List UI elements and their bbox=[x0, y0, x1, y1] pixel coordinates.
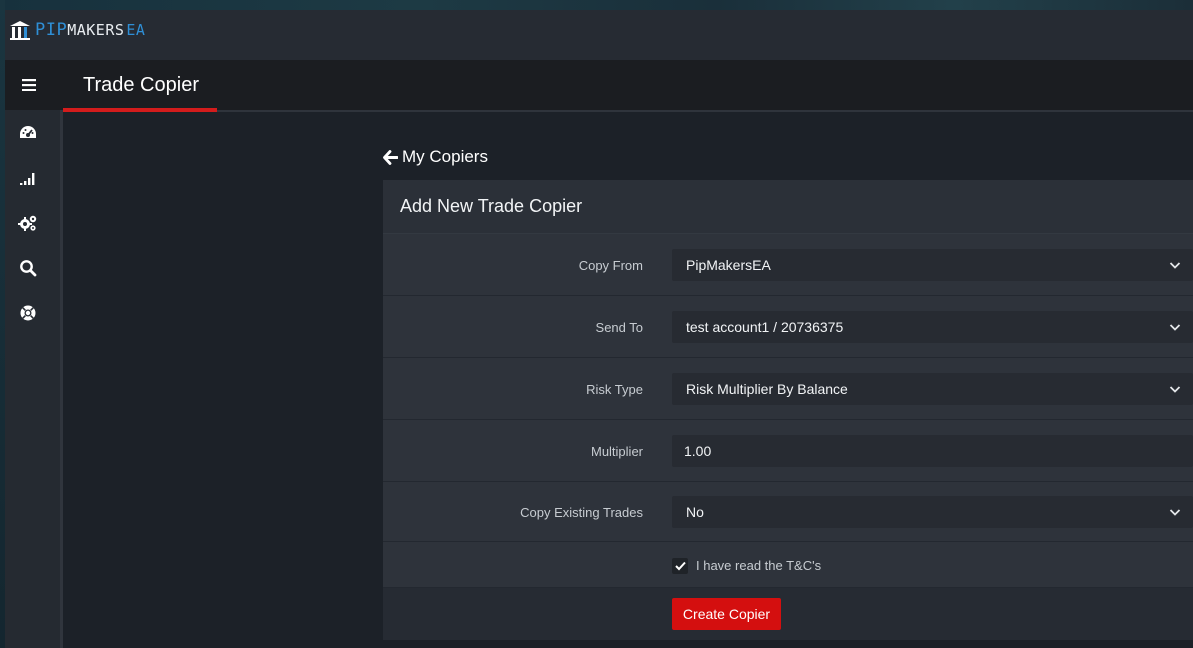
create-copier-button[interactable]: Create Copier bbox=[672, 598, 781, 630]
search-icon bbox=[20, 260, 37, 277]
sidebar-item-dashboard[interactable] bbox=[17, 122, 39, 144]
copy-existing-trades-select[interactable]: No bbox=[672, 496, 1193, 528]
top-header: Trade Copier bbox=[5, 60, 1193, 110]
chevron-down-icon bbox=[1169, 509, 1181, 516]
sidebar bbox=[5, 110, 60, 648]
copy-from-label: Copy From bbox=[578, 257, 643, 273]
brand-logo[interactable]: PIPMAKERS EA bbox=[8, 18, 145, 42]
brand-pip: PIP bbox=[35, 20, 68, 40]
terms-checkbox[interactable] bbox=[672, 558, 688, 574]
send-to-select[interactable]: test account1 / 20736375 bbox=[672, 311, 1193, 343]
hamburger-icon bbox=[22, 79, 36, 91]
signal-bars-icon bbox=[20, 173, 35, 185]
header-divider bbox=[63, 110, 1193, 112]
checkmark-icon bbox=[674, 561, 686, 571]
send-to-value: test account1 / 20736375 bbox=[686, 319, 844, 335]
panel-title: Add New Trade Copier bbox=[400, 196, 583, 216]
form-row-multiplier: Multiplier 1.00 bbox=[383, 420, 1193, 482]
risk-type-label: Risk Type bbox=[586, 381, 643, 397]
hamburger-menu-button[interactable] bbox=[17, 75, 41, 95]
logo-bar: PIPMAKERS EA bbox=[5, 10, 1193, 60]
form-row-copy-from: Copy From PipMakersEA bbox=[383, 234, 1193, 296]
multiplier-input[interactable]: 1.00 bbox=[672, 435, 1193, 467]
sidebar-item-settings[interactable] bbox=[17, 212, 39, 234]
form-actions: Create Copier bbox=[383, 588, 1193, 640]
copy-existing-trades-label: Copy Existing Trades bbox=[520, 504, 643, 520]
multiplier-value: 1.00 bbox=[684, 443, 712, 459]
page-title: Trade Copier bbox=[83, 74, 199, 96]
terms-label: I have read the T&C's bbox=[696, 558, 822, 573]
panel-header: Add New Trade Copier bbox=[383, 180, 1193, 234]
chevron-down-icon bbox=[1169, 262, 1181, 269]
dashboard-gauge-icon bbox=[20, 126, 36, 138]
back-link-label: My Copiers bbox=[402, 147, 488, 166]
form-row-copy-existing-trades: Copy Existing Trades No bbox=[383, 482, 1193, 542]
form-row-terms: I have read the T&C's bbox=[383, 542, 1193, 588]
cogs-icon bbox=[18, 215, 37, 231]
chevron-down-icon bbox=[1169, 386, 1181, 393]
sidebar-item-support[interactable] bbox=[17, 302, 39, 324]
copy-from-select[interactable]: PipMakersEA bbox=[672, 249, 1193, 281]
copy-existing-trades-value: No bbox=[686, 504, 704, 520]
logo-mark-icon bbox=[10, 21, 30, 40]
sidebar-item-signals[interactable] bbox=[17, 167, 39, 189]
arrow-left-icon bbox=[383, 149, 398, 165]
back-to-my-copiers-link[interactable]: My Copiers bbox=[383, 145, 488, 169]
form-row-send-to: Send To test account1 / 20736375 bbox=[383, 296, 1193, 358]
send-to-label: Send To bbox=[595, 319, 643, 335]
sidebar-border bbox=[60, 110, 63, 648]
copy-from-value: PipMakersEA bbox=[686, 257, 771, 273]
active-tab-underline bbox=[63, 108, 217, 112]
window-top-strip bbox=[0, 0, 1193, 10]
chevron-down-icon bbox=[1169, 324, 1181, 331]
form-row-risk-type: Risk Type Risk Multiplier By Balance bbox=[383, 358, 1193, 420]
risk-type-value: Risk Multiplier By Balance bbox=[686, 381, 848, 397]
multiplier-label: Multiplier bbox=[590, 443, 643, 459]
brand-makers: MAKERS bbox=[67, 21, 125, 39]
sidebar-item-search[interactable] bbox=[17, 257, 39, 279]
brand-ea: EA bbox=[126, 21, 146, 39]
add-copier-panel: Add New Trade Copier Copy From PipMakers… bbox=[383, 180, 1193, 640]
brand-wordmark: PIPMAKERS EA bbox=[35, 18, 145, 42]
lifebuoy-icon bbox=[20, 305, 36, 321]
risk-type-select[interactable]: Risk Multiplier By Balance bbox=[672, 373, 1193, 405]
